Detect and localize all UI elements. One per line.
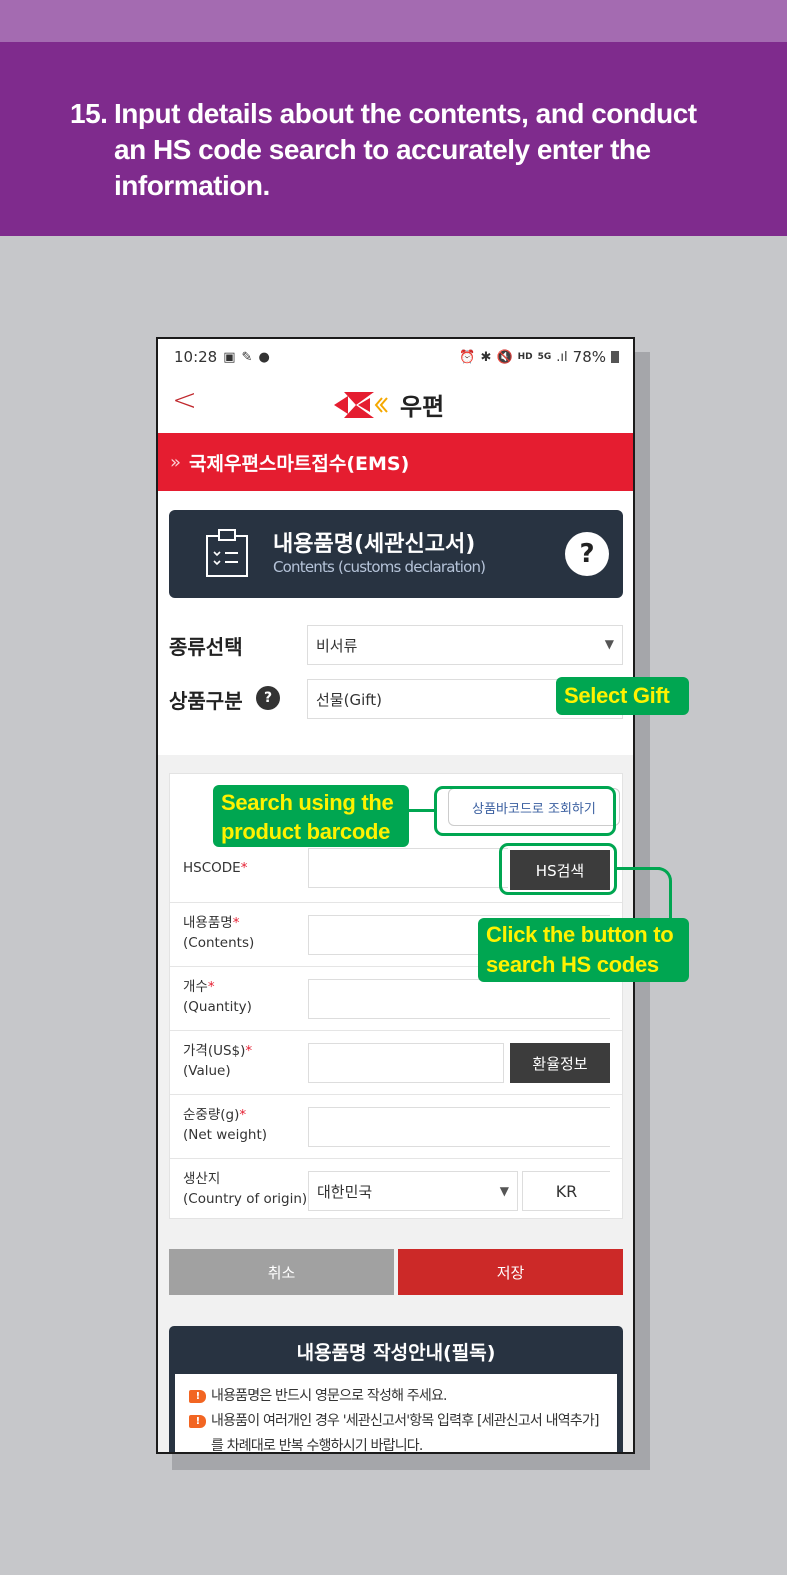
- dropdown-arrow-icon: ▼: [604, 637, 614, 651]
- contents-label: 내용품명* (Contents): [183, 915, 255, 951]
- callout-hs-search: Click the button to search HS codes: [478, 918, 689, 982]
- form-row-origin: 생산지 (Country of origin) 대한민국 ▼ KR: [170, 1158, 622, 1220]
- alarm-icon: ⏰: [459, 349, 476, 365]
- hs-connector-corner: [640, 867, 672, 923]
- guide-body: ! 내용품명은 반드시 영문으로 작성해 주세요. ! 내용품이 여러개인 경우…: [175, 1374, 617, 1452]
- app-header: < 우편: [158, 375, 633, 433]
- koreapost-logo: 우편: [334, 387, 444, 422]
- feather-icon: ✎: [241, 349, 253, 365]
- writing-guide: 내용품명 작성안내(필독) ! 내용품명은 반드시 영문으로 작성해 주세요. …: [169, 1326, 623, 1452]
- net-weight-label: 순중량(g)* (Net weight): [183, 1107, 268, 1143]
- card-subtitle: Contents (customs declaration): [273, 558, 486, 576]
- logo-text: 우편: [400, 393, 445, 421]
- quantity-input[interactable]: [308, 979, 610, 1019]
- battery-percent: 78%: [572, 348, 606, 366]
- value-input[interactable]: [308, 1043, 504, 1083]
- form-row-value: 가격(US$)* (Value) 환율정보: [170, 1030, 622, 1094]
- warning-icon: !: [189, 1390, 206, 1403]
- type-select-label: 종류선택: [169, 635, 243, 659]
- warning-icon: !: [189, 1415, 206, 1428]
- status-time: 10:28: [174, 348, 218, 366]
- exchange-rate-button[interactable]: 환율정보: [510, 1043, 610, 1083]
- section-bar-title: 국제우편스마트접수(EMS): [189, 452, 410, 475]
- origin-code: KR: [522, 1171, 610, 1211]
- save-button[interactable]: 저장: [398, 1249, 623, 1295]
- category-select-label: 상품구분: [169, 689, 243, 713]
- category-select-value: 선물(Gift): [316, 690, 382, 709]
- quantity-label: 개수* (Quantity): [183, 979, 252, 1015]
- origin-select[interactable]: 대한민국 ▼: [308, 1171, 518, 1211]
- back-button[interactable]: <: [172, 383, 197, 418]
- guide-title: 내용품명 작성안내(필독): [296, 1342, 496, 1364]
- net-weight-input[interactable]: [308, 1107, 610, 1147]
- help-button[interactable]: ?: [565, 532, 609, 576]
- value-label: 가격(US$)* (Value): [183, 1043, 253, 1079]
- hd-voice-icon: HD: [517, 352, 533, 362]
- origin-select-value: 대한민국: [317, 1182, 373, 1201]
- callout-select-gift: Select Gift: [556, 677, 689, 715]
- 5g-icon: 5G: [537, 352, 552, 362]
- status-bar: 10:28 ▣ ✎ ● ⏰ ✱ 🔇 HD 5G .ıl 78%: [158, 339, 633, 375]
- battery-icon: [611, 351, 619, 363]
- step-text: Input details about the contents, and co…: [114, 98, 697, 201]
- bluetooth-icon: ✱: [480, 349, 492, 365]
- chat-icon: ●: [258, 349, 270, 365]
- phone-screen: 10:28 ▣ ✎ ● ⏰ ✱ 🔇 HD 5G .ıl 78% < 우편 » 국…: [156, 337, 635, 1454]
- callout-barcode: Search using the product barcode: [213, 785, 409, 847]
- mute-icon: 🔇: [496, 349, 513, 365]
- section-bar: » 국제우편스마트접수(EMS): [158, 433, 633, 491]
- origin-label: 생산지 (Country of origin): [183, 1171, 308, 1207]
- double-chevron-icon: »: [170, 451, 182, 473]
- contents-card: 내용품명(세관신고서) Contents (customs declaratio…: [169, 510, 623, 598]
- hscode-input[interactable]: [308, 848, 508, 888]
- gallery-icon: ▣: [223, 349, 236, 365]
- type-select[interactable]: 비서류 ▼: [307, 625, 623, 665]
- post-logo-icon: [334, 391, 388, 418]
- hs-search-highlight: [499, 843, 617, 895]
- form-row-net-weight: 순중량(g)* (Net weight): [170, 1094, 622, 1158]
- dropdown-arrow-icon: ▼: [499, 1184, 509, 1198]
- category-help-icon[interactable]: ?: [256, 686, 280, 710]
- type-select-value: 비서류: [316, 636, 358, 655]
- step-instruction: 15. Input details about the contents, an…: [70, 96, 730, 204]
- card-title: 내용품명(세관신고서): [273, 532, 476, 557]
- barcode-highlight: [434, 786, 616, 836]
- hscode-label: HSCODE*: [183, 860, 248, 876]
- step-number: 15.: [70, 98, 108, 129]
- clipboard-checklist-icon: [206, 529, 248, 577]
- top-strip: [0, 0, 787, 42]
- signal-icon: .ıl: [556, 349, 568, 365]
- guide-item: ! 내용품이 여러개인 경우 '세관신고서'항목 입력후 [세관신고서 내역추가…: [189, 1409, 607, 1452]
- guide-item: ! 내용품명은 반드시 영문으로 작성해 주세요.: [189, 1384, 607, 1409]
- cancel-button[interactable]: 취소: [169, 1249, 394, 1295]
